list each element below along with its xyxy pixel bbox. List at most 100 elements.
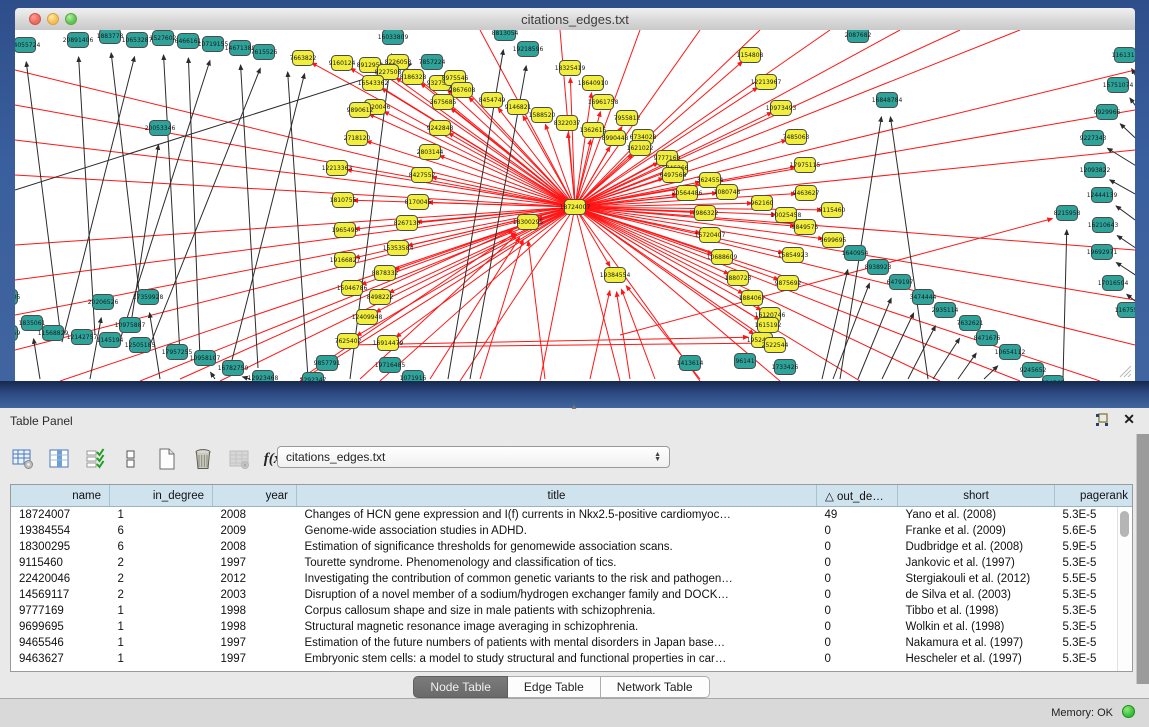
graph-node[interactable]: 7485063 <box>783 130 810 145</box>
graph-node[interactable]: 16914479 <box>373 336 404 351</box>
table-cell[interactable]: Nakamura et al. (1997) <box>898 635 1055 651</box>
graph-node[interactable]: 17957255 <box>162 345 193 360</box>
graph-node[interactable]: 1161312 <box>1112 48 1135 63</box>
table-cell[interactable]: 1997 <box>213 651 297 667</box>
table-select-dropdown[interactable]: citations_edges.txt ▲▼ <box>277 446 670 468</box>
table-cell[interactable]: 2 <box>110 555 213 571</box>
table-cell[interactable]: 2 <box>110 587 213 603</box>
graph-node[interactable]: 8267130 <box>394 216 421 231</box>
graph-node[interactable]: 16961758 <box>588 95 619 110</box>
graph-node[interactable]: 15854923 <box>778 248 809 263</box>
graph-node[interactable]: 8215958 <box>1054 206 1081 221</box>
graph-node[interactable]: 16782759 <box>218 361 249 376</box>
table-cell[interactable]: Estimation of the future numbers of pati… <box>297 635 817 651</box>
graph-node[interactable]: 12444139 <box>1087 188 1118 203</box>
graph-node[interactable]: 1883778 <box>97 30 124 44</box>
graph-node[interactable]: 9115460 <box>819 203 846 218</box>
table-scrollbar-thumb[interactable] <box>1120 511 1129 537</box>
column-header-year[interactable]: year <box>213 485 297 507</box>
graph-node[interactable]: 7663822 <box>290 51 317 66</box>
table-cell[interactable]: 9463627 <box>11 651 110 667</box>
graph-node[interactable]: 1810755 <box>330 193 357 208</box>
graph-node[interactable]: 16033809 <box>378 30 409 45</box>
row-height-icon[interactable] <box>118 446 144 472</box>
graph-node[interactable]: 12213363 <box>322 161 353 176</box>
column-chooser-icon[interactable] <box>46 446 72 472</box>
select-columns-icon[interactable] <box>82 446 108 472</box>
graph-node[interactable]: 1880723 <box>725 271 752 286</box>
table-cell[interactable]: 49 <box>817 507 898 524</box>
graph-node[interactable]: 17016504 <box>1098 276 1129 291</box>
tab-node-table[interactable]: Node Table <box>413 676 508 698</box>
graph-node[interactable]: 19716485 <box>375 358 406 373</box>
network-graph[interactable]: 1405572420891406188377810653287152760264… <box>15 30 1135 381</box>
table-row[interactable]: 1830029562008Estimation of significance … <box>11 539 1133 555</box>
tab-edge-table[interactable]: Edge Table <box>508 676 601 698</box>
new-table-icon[interactable] <box>154 446 180 472</box>
graph-node[interactable]: 1292347 <box>300 373 327 382</box>
graph-node[interactable]: 9242848 <box>427 121 454 136</box>
table-cell[interactable]: Changes of HCN gene expression and I(f) … <box>297 507 817 524</box>
table-cell[interactable]: 0 <box>817 523 898 539</box>
graph-node[interactable]: 18325419 <box>555 61 586 76</box>
table-cell[interactable]: 1 <box>110 507 213 524</box>
table-cell[interactable]: 6 <box>110 539 213 555</box>
table-scrollbar[interactable] <box>1117 507 1132 671</box>
table-cell[interactable]: Disruption of a novel member of a sodium… <box>297 587 817 603</box>
graph-node[interactable]: 9160124 <box>329 56 356 71</box>
graph-node[interactable]: 1071916 <box>400 371 427 382</box>
graph-node[interactable]: 8170045 <box>405 195 432 210</box>
table-cell[interactable]: 1 <box>110 619 213 635</box>
table-cell[interactable]: 9699695 <box>11 619 110 635</box>
network-window-titlebar[interactable]: citations_edges.txt <box>15 8 1135 31</box>
graph-node[interactable]: 12093822 <box>1080 163 1111 178</box>
graph-node[interactable]: 2718120 <box>344 131 371 146</box>
table-cell[interactable]: 0 <box>817 619 898 635</box>
window-resize-grip[interactable] <box>1118 364 1132 378</box>
graph-node[interactable]: 15751074 <box>1103 78 1134 93</box>
table-cell[interactable]: 2008 <box>213 539 297 555</box>
table-cell[interactable]: 2009 <box>213 523 297 539</box>
graph-node[interactable]: 1965495 <box>332 223 359 238</box>
table-cell[interactable]: 0 <box>817 587 898 603</box>
graph-node[interactable]: 14055724 <box>15 38 40 53</box>
graph-node[interactable]: 9463627 <box>793 186 820 201</box>
delete-table-icon[interactable] <box>190 446 216 472</box>
graph-node[interactable]: 9857791 <box>314 356 341 371</box>
graph-node[interactable]: 1154808 <box>737 48 764 63</box>
graph-node[interactable]: 9146821 <box>505 100 532 115</box>
graph-node[interactable]: 8813054 <box>492 30 519 41</box>
table-cell[interactable]: 1 <box>110 635 213 651</box>
graph-node[interactable]: 9849575 <box>792 220 819 235</box>
table-cell[interactable]: Corpus callosum shape and size in male p… <box>297 603 817 619</box>
table-cell[interactable]: 19384554 <box>11 523 110 539</box>
table-cell[interactable]: Estimation of significance thresholds fo… <box>297 539 817 555</box>
graph-node[interactable]: 1145194 <box>97 333 124 348</box>
table-cell[interactable]: 2008 <box>213 507 297 524</box>
table-cell[interactable]: Stergiakouli et al. (2012) <box>898 571 1055 587</box>
table-cell[interactable]: 0 <box>817 603 898 619</box>
graph-node[interactable]: 8878332 <box>372 266 399 281</box>
column-header-pagerank[interactable]: pagerank <box>1055 485 1134 507</box>
graph-node[interactable]: 9699695 <box>820 233 847 248</box>
graph-node[interactable]: 19166827 <box>330 253 361 268</box>
column-header-short[interactable]: short <box>898 485 1055 507</box>
table-cell[interactable]: Tibbo et al. (1998) <box>898 603 1055 619</box>
column-header-out_de[interactable]: △ out_de… <box>817 485 898 507</box>
graph-node[interactable]: 1080748 <box>714 185 741 200</box>
table-cell[interactable]: 0 <box>817 571 898 587</box>
column-header-title[interactable]: title <box>297 485 817 507</box>
graph-node[interactable]: 9245652 <box>1020 363 1047 378</box>
table-row[interactable]: 911546021997Tourette syndrome. Phenomeno… <box>11 555 1133 571</box>
graph-node[interactable]: 7615526 <box>251 45 278 60</box>
graph-node[interactable]: 19384554 <box>600 268 631 283</box>
close-panel-icon[interactable]: ✕ <box>1123 411 1135 428</box>
graph-node[interactable]: 12923468 <box>248 371 279 382</box>
graph-node[interactable]: 12142757 <box>67 330 98 345</box>
table-cell[interactable]: 18724007 <box>11 507 110 524</box>
table-cell[interactable]: 1997 <box>213 635 297 651</box>
graph-node[interactable]: 2520605 <box>15 290 21 305</box>
table-cell[interactable]: 14569117 <box>11 587 110 603</box>
table-settings-icon[interactable] <box>10 446 36 472</box>
table-cell[interactable]: Wolkin et al. (1998) <box>898 619 1055 635</box>
